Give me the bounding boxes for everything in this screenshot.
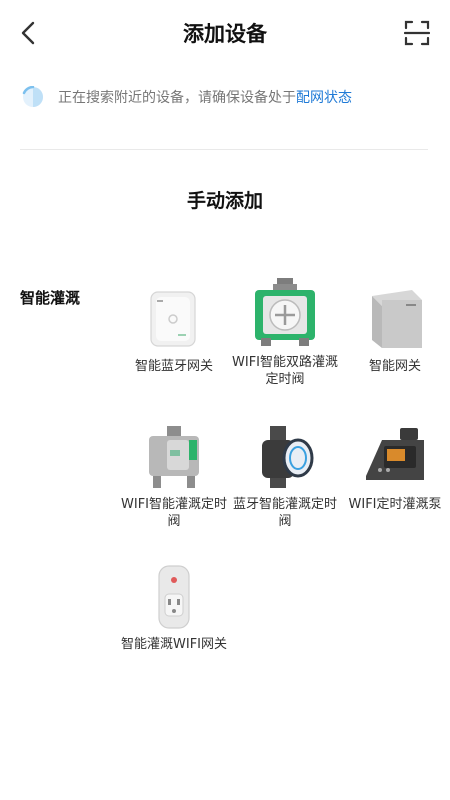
- device-wifi-valve-timer[interactable]: WIFI智能灌溉定时阀: [119, 424, 229, 530]
- divider: [20, 149, 428, 150]
- search-status-text: 正在搜索附近的设备，请确保设备处于: [58, 90, 296, 106]
- network-mode-link[interactable]: 配网状态: [296, 87, 352, 107]
- irrigation-pump-icon: [366, 428, 424, 480]
- device-bluetooth-gateway[interactable]: 智能蓝牙网关: [119, 286, 229, 375]
- device-label: 智能蓝牙网关: [134, 359, 213, 374]
- wifi-valve-timer-icon: [149, 426, 199, 488]
- dual-valve-timer-icon: [255, 278, 315, 346]
- device-label: WIFI智能双路灌溉定时阀: [232, 355, 338, 387]
- bluetooth-valve-timer-icon: [262, 426, 314, 488]
- device-irrigation-pump[interactable]: WIFI定时灌溉泵: [340, 424, 450, 513]
- bluetooth-gateway-icon: [150, 291, 196, 347]
- loading-spinner-icon: [22, 86, 43, 107]
- device-bluetooth-valve-timer[interactable]: 蓝牙智能灌溉定时阀: [230, 424, 340, 530]
- device-label: WIFI定时灌溉泵: [348, 497, 442, 512]
- scan-icon[interactable]: [404, 20, 430, 46]
- wifi-gateway-plug-icon: [158, 565, 190, 629]
- device-label: 智能灌溉WIFI网关: [121, 637, 227, 652]
- header: 添加设备: [0, 0, 450, 66]
- device-wifi-gateway-plug[interactable]: 智能灌溉WIFI网关: [119, 564, 229, 653]
- search-status: 正在搜索附近的设备，请确保设备处于 配网状态: [22, 86, 352, 108]
- device-label: 智能网关: [368, 359, 421, 374]
- page-title: 添加设备: [183, 22, 267, 46]
- device-label: 蓝牙智能灌溉定时阀: [232, 497, 337, 529]
- device-gateway[interactable]: 智能网关: [340, 286, 450, 375]
- category-smart-irrigation: 智能灌溉: [20, 289, 81, 307]
- manual-add-title: 手动添加: [186, 190, 263, 212]
- device-label: WIFI智能灌溉定时阀: [121, 497, 227, 529]
- device-dual-valve-timer[interactable]: WIFI智能双路灌溉定时阀: [230, 276, 340, 388]
- gateway-icon: [372, 290, 422, 348]
